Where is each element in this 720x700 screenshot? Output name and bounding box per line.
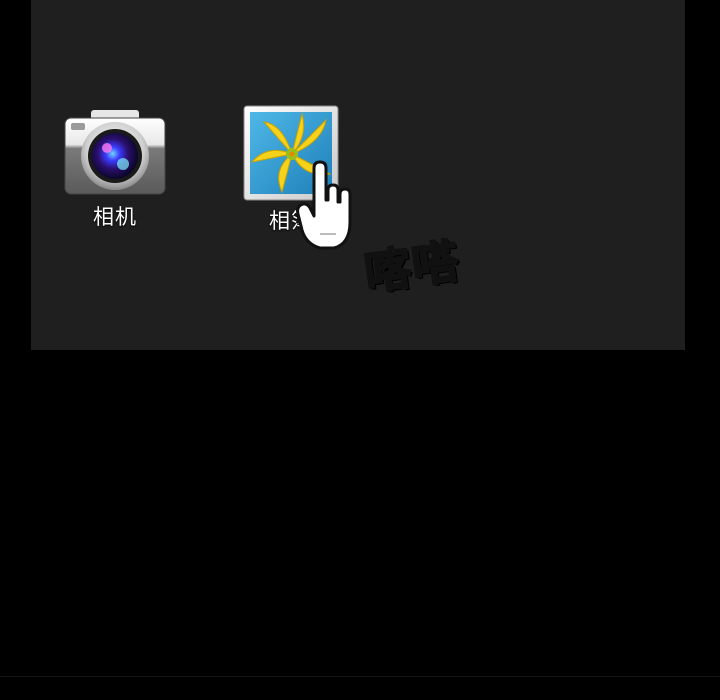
app-camera[interactable]: 相机 bbox=[58, 108, 172, 230]
camera-icon bbox=[64, 110, 166, 195]
hand-pointer-icon bbox=[296, 160, 352, 250]
panel-divider bbox=[0, 676, 720, 677]
comic-panel: 相机 相簿 喀嗒 bbox=[0, 0, 720, 700]
app-label-camera: 相机 bbox=[93, 205, 137, 229]
click-sound-effect: 喀嗒 bbox=[360, 233, 465, 302]
